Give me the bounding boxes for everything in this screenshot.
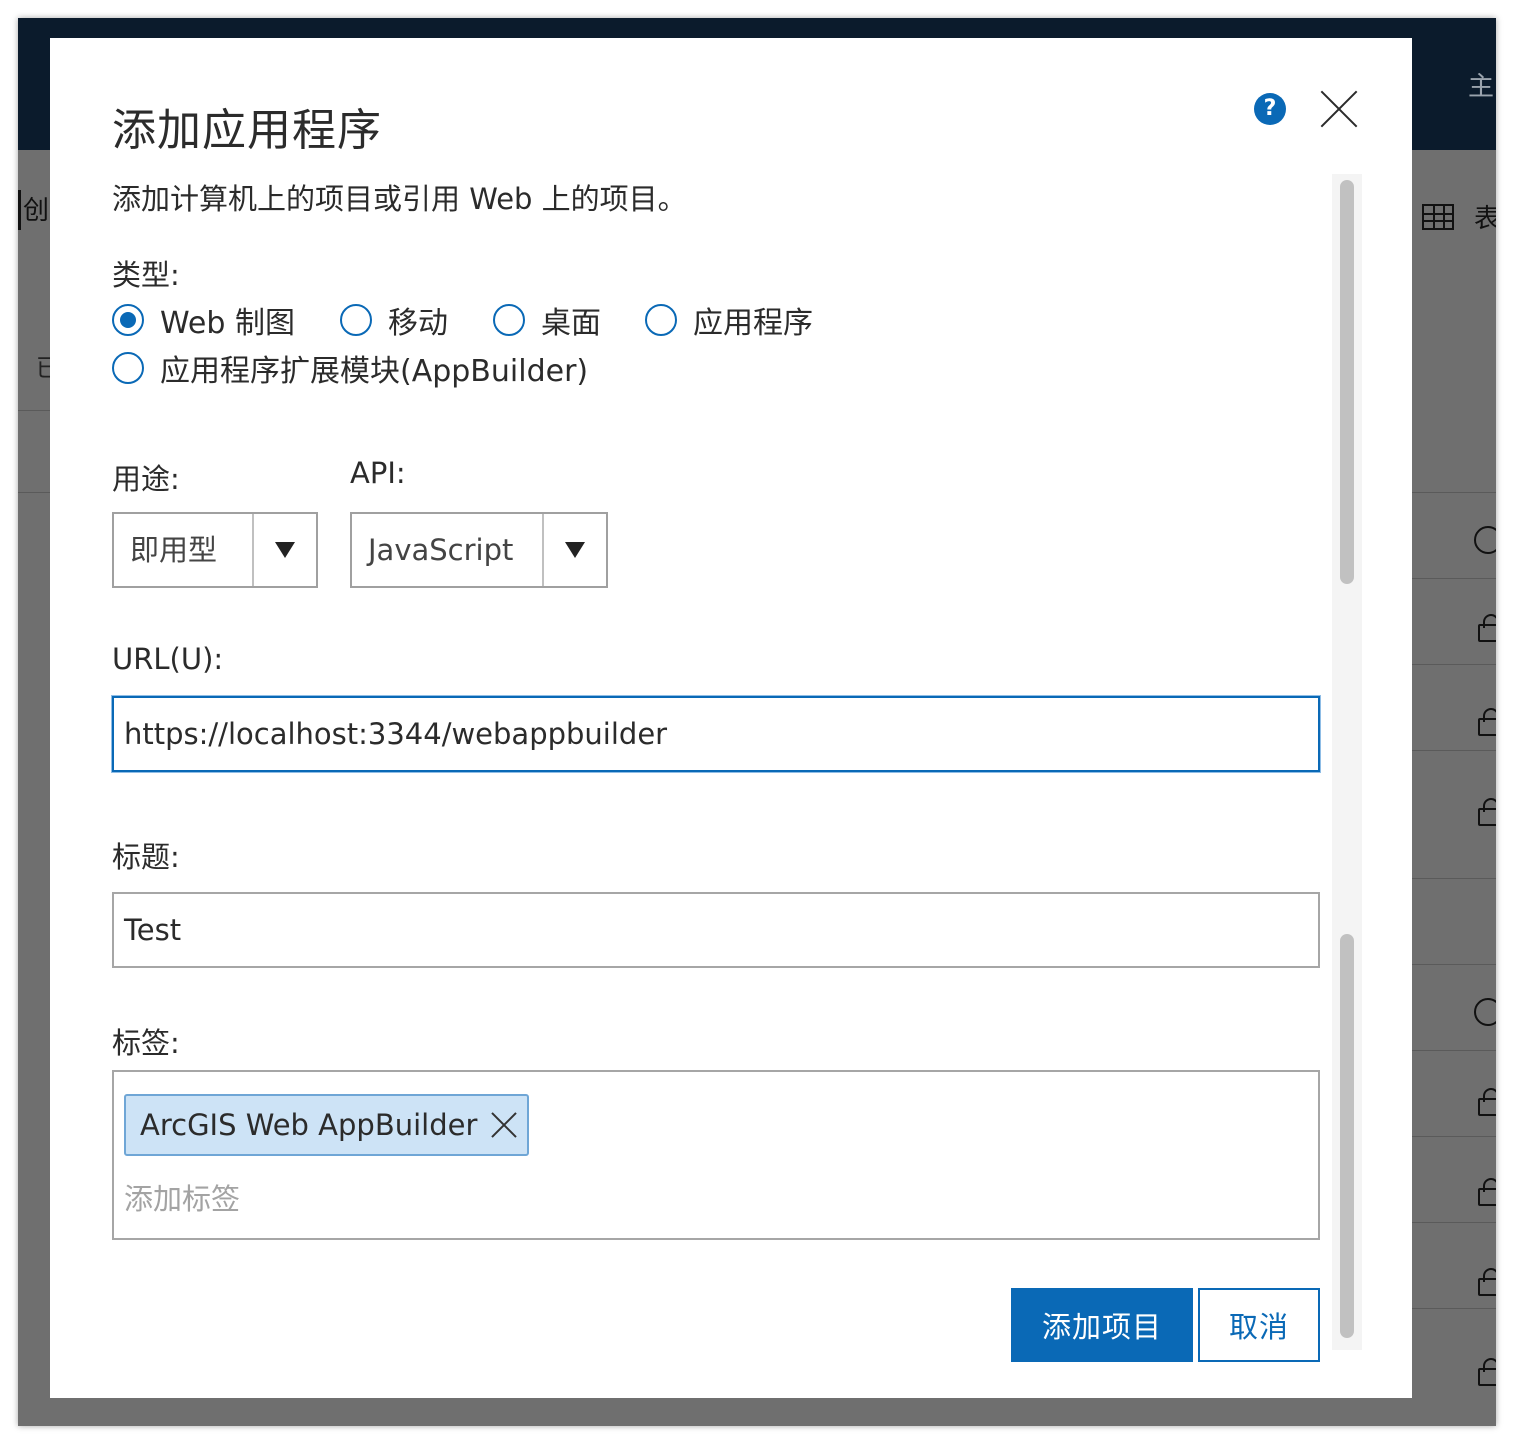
row-divider [1412,964,1496,965]
radio-unselected-icon[interactable] [340,304,372,336]
lock-icon [1478,708,1496,736]
type-label: 类型: [112,258,180,292]
cancel-button[interactable]: 取消 [1198,1288,1320,1362]
chevron-down-icon[interactable] [542,514,606,586]
purpose-select-value: 即用型 [130,533,218,567]
radio-desktop[interactable]: 桌面 [493,298,601,342]
row-divider [1412,578,1496,579]
lock-icon [1478,1358,1496,1386]
lock-icon [1478,1178,1496,1206]
row-divider [1412,1222,1496,1223]
row-divider [1412,1050,1496,1051]
tag-chip-label: ArcGIS Web AppBuilder [140,1108,478,1142]
url-label: URL(U): [112,642,224,676]
close-icon[interactable] [491,1112,517,1138]
radio-selected-icon[interactable] [112,304,144,336]
close-icon[interactable] [1320,90,1358,128]
radio-unselected-icon[interactable] [645,304,677,336]
scrollbar-thumb[interactable] [1340,934,1354,1338]
add-item-button[interactable]: 添加项目 [1011,1288,1193,1362]
row-divider [18,492,50,493]
api-select-value: JavaScript [368,533,514,567]
row-divider [1412,492,1496,493]
purpose-select[interactable]: 即用型 [112,512,318,588]
row-divider [1412,750,1496,751]
url-input[interactable]: https://localhost:3344/webappbuilder [112,696,1320,772]
tags-label: 标签: [112,1026,180,1060]
radio-application[interactable]: 应用程序 [645,298,813,342]
row-divider [1412,664,1496,665]
radio-unselected-icon[interactable] [493,304,525,336]
api-label: API: [350,456,406,490]
tag-chip: ArcGIS Web AppBuilder [124,1094,530,1156]
radio-web-map[interactable]: Web 制图 [112,298,295,342]
title-input[interactable]: Test [112,892,1320,968]
chevron-down-icon[interactable] [252,514,316,586]
radio-label: 桌面 [541,306,601,341]
dialog-body: 添加计算机上的项目或引用 Web 上的项目。 类型: Web 制图 移动 桌面 … [112,174,1322,1362]
tags-input[interactable]: ArcGIS Web AppBuilder 添加标签 [112,1070,1320,1240]
row-divider [1412,1308,1496,1309]
scrollbar-thumb[interactable] [1340,180,1354,584]
row-divider [18,410,50,411]
add-application-dialog: 添加应用程序 ? 添加计算机上的项目或引用 Web 上的项目。 类型: Web … [50,38,1412,1398]
table-view-label: 表 [1474,204,1496,234]
lock-icon [1478,1088,1496,1116]
radio-unselected-icon[interactable] [112,352,144,384]
radio-appbuilder-extension[interactable]: 应用程序扩展模块(AppBuilder) [112,346,588,390]
radio-mobile[interactable]: 移动 [340,298,448,342]
radio-label: 移动 [388,306,448,341]
globe-icon [1474,998,1496,1026]
lock-icon [1478,798,1496,826]
lock-icon [1478,614,1496,642]
api-select[interactable]: JavaScript [350,512,608,588]
table-view-icon [1422,204,1454,230]
title-label: 标题: [112,840,180,874]
radio-label: Web 制图 [160,306,295,341]
radio-label: 应用程序 [693,306,813,341]
help-icon[interactable]: ? [1254,93,1286,125]
globe-icon [1474,526,1496,554]
scrollbar[interactable] [1332,174,1362,1350]
dialog-description: 添加计算机上的项目或引用 Web 上的项目。 [112,182,687,216]
radio-label: 应用程序扩展模块(AppBuilder) [160,354,589,389]
row-divider [1412,1136,1496,1137]
tags-placeholder[interactable]: 添加标签 [124,1176,240,1218]
dialog-title: 添加应用程序 [112,105,382,156]
row-divider [1412,878,1496,879]
lock-icon [1478,1268,1496,1296]
purpose-label: 用途: [112,462,180,496]
header-menu-text: 主 [1467,72,1494,102]
